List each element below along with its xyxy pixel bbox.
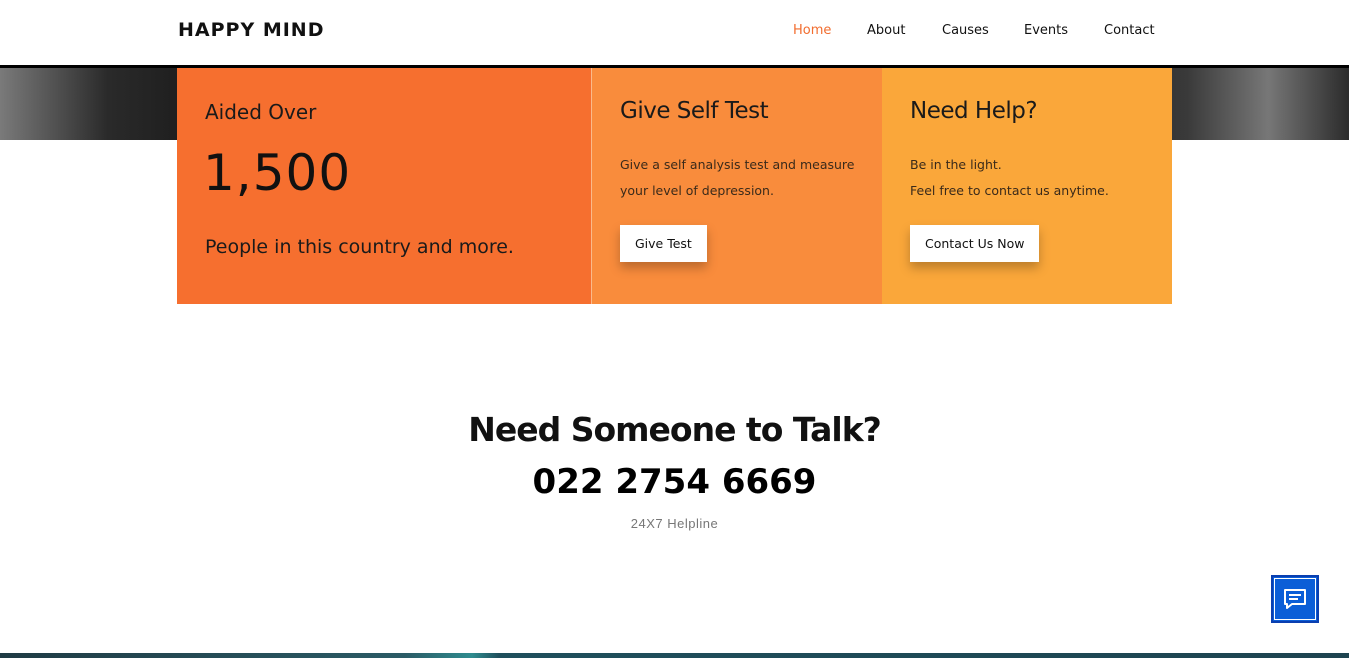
helpline-phone[interactable]: 022 2754 6669 <box>0 462 1349 502</box>
aided-subtitle: People in this country and more. <box>205 236 514 258</box>
contact-us-button[interactable]: Contact Us Now <box>910 225 1040 262</box>
self-test-card: Give Self Test Give a self analysis test… <box>591 68 882 304</box>
chat-icon <box>1284 589 1306 609</box>
need-help-card: Need Help? Be in the light. Feel free to… <box>882 68 1172 304</box>
footer-strip <box>0 653 1349 658</box>
nav-item-contact[interactable]: Contact <box>1104 23 1155 38</box>
aided-card: Aided Over 1,500 People in this country … <box>177 68 591 304</box>
nav-item-events[interactable]: Events <box>1024 23 1068 38</box>
need-help-line-1: Be in the light. <box>910 157 1002 172</box>
aided-kicker: Aided Over <box>205 100 317 124</box>
need-help-text: Be in the light. Feel free to contact us… <box>910 152 1160 204</box>
nav-item-about[interactable]: About <box>867 23 905 38</box>
need-help-title: Need Help? <box>910 98 1038 124</box>
chat-button[interactable] <box>1271 575 1319 623</box>
self-test-title: Give Self Test <box>620 98 769 124</box>
navbar: HAPPY MIND Home About Causes Events Cont… <box>0 0 1349 65</box>
main-nav: Home About Causes Events Contact <box>0 23 1349 43</box>
helpline-label: 24X7 Helpline <box>630 516 719 531</box>
nav-item-home[interactable]: Home <box>793 23 831 38</box>
aided-number: 1,500 <box>203 144 352 202</box>
talk-title: Need Someone to Talk? <box>468 410 882 449</box>
need-help-line-2: Feel free to contact us anytime. <box>910 183 1109 198</box>
page: HAPPY MIND Home About Causes Events Cont… <box>0 0 1349 658</box>
nav-item-causes[interactable]: Causes <box>942 23 989 38</box>
give-test-button[interactable]: Give Test <box>620 225 707 262</box>
self-test-text: Give a self analysis test and measure yo… <box>620 157 855 198</box>
